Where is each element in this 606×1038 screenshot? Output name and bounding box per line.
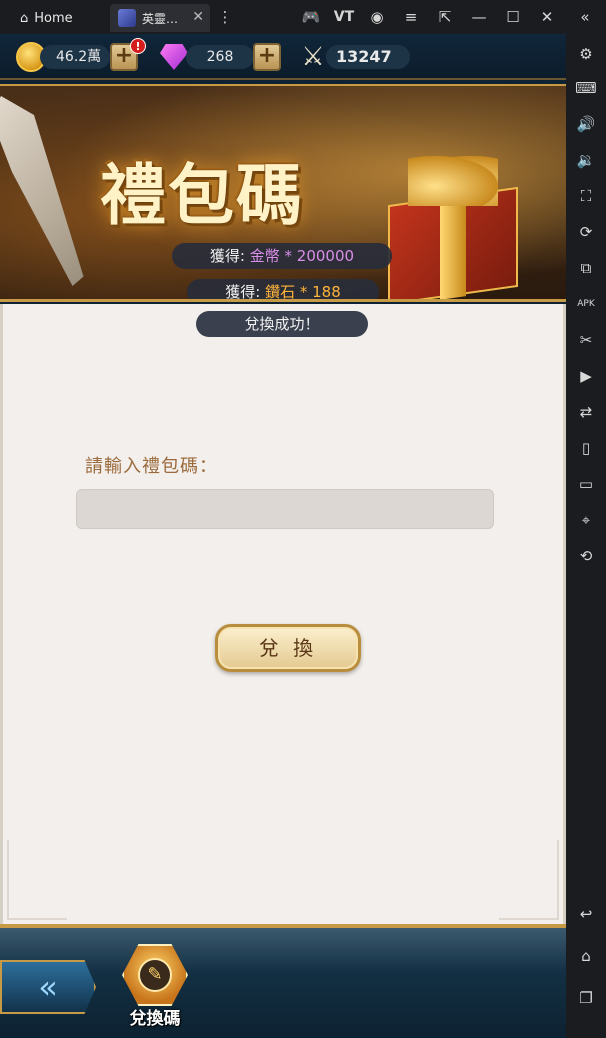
corner-ornament <box>7 840 67 920</box>
corner-ornament <box>499 840 559 920</box>
game-viewport: 46.2萬 + ! 268 + ⚔ 13247 禮包碼 獲得: 金幣 * 200… <box>0 34 566 1038</box>
home-icon[interactable]: ⌂ <box>574 944 598 968</box>
tab-home[interactable]: ⌂ Home <box>8 4 106 32</box>
gift-box-icon <box>378 156 528 299</box>
banner-title: 禮包碼 <box>100 156 304 234</box>
success-toast: 兌換成功！ <box>196 311 368 337</box>
reward-gem-prefix: 獲得: <box>225 283 266 301</box>
back-arrow-icon[interactable]: ↩ <box>574 902 598 926</box>
crossed-swords-icon: ⚔ <box>301 42 325 72</box>
apk-icon[interactable]: APK <box>574 292 598 316</box>
compass-icon: ✎ <box>138 958 172 992</box>
redeem-button[interactable]: 兌 換 <box>215 624 361 672</box>
scissors-icon[interactable]: ✂ <box>574 328 598 352</box>
menu-icon[interactable]: ≡ <box>400 6 422 28</box>
folder-icon[interactable]: ▭ <box>574 472 598 496</box>
gift-code-input[interactable] <box>76 489 494 529</box>
tab-game-label: 英靈… <box>142 11 179 26</box>
redeem-code-tab[interactable]: ✎ 兌換碼 <box>112 944 198 1034</box>
recent-apps-icon[interactable]: ❐ <box>574 986 598 1010</box>
bottom-nav: « ✎ 兌換碼 <box>0 924 566 1038</box>
redeem-panel: 請輸入禮包碼： 兌 換 <box>0 304 566 924</box>
gold-amount: 46.2萬 <box>40 45 110 69</box>
maximize-icon[interactable]: ☐ <box>502 6 524 28</box>
settings-icon[interactable]: ⚙ <box>574 42 598 66</box>
add-gems-button[interactable]: + <box>253 43 281 71</box>
minimize-icon[interactable]: — <box>468 6 490 28</box>
sync-icon[interactable]: ⇄ <box>574 400 598 424</box>
gem-icon <box>160 44 188 70</box>
location-icon[interactable]: ⌖ <box>574 508 598 532</box>
shake-icon[interactable]: ▯ <box>574 436 598 460</box>
record-icon[interactable]: ▶ <box>574 364 598 388</box>
reward-gem: 獲得: 鑽石 * 188 <box>187 279 379 301</box>
expand-icon[interactable]: ⇱ <box>434 6 456 28</box>
tab-close-icon[interactable]: ✕ <box>192 9 204 25</box>
close-icon[interactable]: ✕ <box>536 6 558 28</box>
vt-icon[interactable]: VT <box>333 6 355 28</box>
rotate-icon[interactable]: ⟳ <box>574 220 598 244</box>
back-button[interactable]: « <box>0 960 96 1014</box>
tab-game[interactable]: 英靈… ✕ <box>110 4 210 32</box>
account-icon[interactable]: ◉ <box>366 6 388 28</box>
screenshot-area-icon[interactable]: ⛶ <box>574 184 598 208</box>
home-icon: ⌂ <box>20 10 29 26</box>
reward-gem-value: 鑽石 * 188 <box>265 283 341 301</box>
emulator-sidebar: ⚙ ⌨ 🔊 🔉 ⛶ ⟳ ⧉ APK ✂ ▶ ⇄ ▯ ▭ ⌖ ⟲ ↩ ⌂ ❐ <box>566 34 606 1038</box>
volume-down-icon[interactable]: 🔉 <box>574 148 598 172</box>
more-options-icon[interactable]: ⋮ <box>214 6 236 28</box>
volume-up-icon[interactable]: 🔊 <box>574 112 598 136</box>
game-app-icon <box>118 9 136 27</box>
resource-bar: 46.2萬 + ! 268 + ⚔ 13247 <box>0 34 566 80</box>
multi-instance-icon[interactable]: ⧉ <box>574 256 598 280</box>
combat-power: 13247 <box>326 45 410 69</box>
gamepad-icon[interactable]: 🎮 <box>300 6 322 28</box>
keyboard-icon[interactable]: ⌨ <box>574 76 598 100</box>
gift-code-banner: 禮包碼 獲得: 金幣 * 200000 獲得: 鑽石 * 188 <box>0 84 566 302</box>
tab-home-label: Home <box>34 10 73 26</box>
redeem-tab-label: 兌換碼 <box>129 1009 181 1029</box>
reward-gold-prefix: 獲得: <box>209 247 250 265</box>
alert-badge: ! <box>130 38 146 54</box>
gem-amount: 268 <box>186 45 254 69</box>
feather-decoration <box>0 96 84 286</box>
collapse-sidebar-icon[interactable]: « <box>574 6 596 28</box>
rotate-screen-icon[interactable]: ⟲ <box>574 544 598 568</box>
emulator-title-bar: ⌂ Home 英靈… ✕ ⋮ 🎮 VT ◉ ≡ ⇱ — ☐ ✕ « <box>0 0 606 34</box>
reward-gold: 獲得: 金幣 * 200000 <box>172 243 392 269</box>
gift-code-prompt: 請輸入禮包碼： <box>85 456 218 477</box>
reward-gold-value: 金幣 * 200000 <box>249 247 355 265</box>
